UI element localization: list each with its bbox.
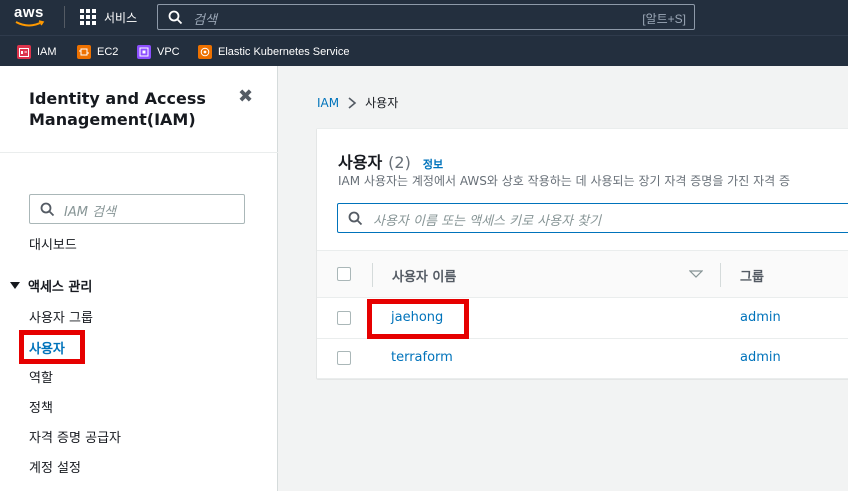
favorites-bar: IAM EC2 VPC Elastic Kubernetes Service — [0, 35, 848, 66]
column-divider — [372, 263, 373, 287]
caret-down-icon — [10, 281, 20, 289]
panel-title: 사용자 — [338, 153, 383, 172]
aws-logo[interactable]: aws — [14, 4, 50, 30]
sidebar-section-access-management[interactable]: 액세스 관리 — [10, 276, 92, 295]
table-row: terraform admin — [317, 339, 848, 379]
row-checkbox[interactable] — [337, 351, 351, 365]
search-icon — [40, 202, 55, 217]
sidebar-search-placeholder: IAM 검색 — [64, 205, 116, 220]
sidebar-section-label: 액세스 관리 — [28, 280, 93, 295]
table-row: jaehong admin — [317, 299, 848, 339]
search-icon — [168, 10, 183, 25]
username-link[interactable]: jaehong — [391, 310, 443, 325]
group-link[interactable]: admin — [740, 350, 781, 365]
grid-icon — [80, 9, 96, 25]
sidebar-item-roles[interactable]: 역할 — [29, 367, 53, 386]
sort-down-icon — [689, 270, 703, 278]
sidebar-title: Identity and Access Management(IAM) — [29, 89, 206, 129]
services-menu-button[interactable]: 서비스 — [80, 8, 137, 26]
favorite-label: IAM — [37, 46, 57, 58]
ec2-icon — [77, 45, 91, 59]
column-header-groups[interactable]: 그룹 — [740, 266, 764, 285]
favorite-vpc[interactable]: VPC — [137, 45, 180, 59]
global-search-input[interactable]: 검색 [알트+S] — [157, 4, 695, 30]
topbar-divider — [64, 6, 65, 28]
favorite-eks[interactable]: Elastic Kubernetes Service — [198, 45, 349, 59]
group-link[interactable]: admin — [740, 310, 781, 325]
aws-smile-icon — [15, 20, 45, 27]
sidebar-item-identity-providers[interactable]: 자격 증명 공급자 — [29, 427, 121, 446]
sidebar-item-account-settings[interactable]: 계정 설정 — [29, 457, 81, 476]
favorite-label: EC2 — [97, 46, 119, 58]
sidebar-item-dashboard[interactable]: 대시보드 — [29, 234, 77, 253]
sidebar: Identity and Access Management(IAM) ✖ IA… — [0, 66, 278, 491]
top-navigation-bar: aws 서비스 검색 [알트+S] — [0, 0, 848, 35]
username-link[interactable]: terraform — [391, 350, 453, 365]
sidebar-item-policies[interactable]: 정책 — [29, 397, 53, 416]
sidebar-search-input[interactable]: IAM 검색 — [29, 194, 245, 224]
close-icon[interactable]: ✖ — [238, 86, 253, 107]
breadcrumb: IAM 사용자 — [317, 94, 398, 111]
sidebar-divider — [0, 152, 278, 153]
sidebar-item-user-groups[interactable]: 사용자 그룹 — [29, 307, 93, 326]
users-search-input[interactable]: 사용자 이름 또는 액세스 키로 사용자 찾기 — [337, 203, 848, 233]
vpc-icon — [137, 45, 151, 59]
chevron-right-icon — [348, 96, 357, 109]
column-header-username[interactable]: 사용자 이름 — [392, 266, 456, 285]
select-all-checkbox[interactable] — [337, 267, 351, 281]
favorite-ec2[interactable]: EC2 — [77, 45, 118, 59]
services-label: 서비스 — [104, 10, 138, 25]
panel-description: IAM 사용자는 계정에서 AWS와 상호 작용하는 데 사용되는 장기 자격 … — [338, 174, 791, 188]
column-divider — [720, 263, 721, 287]
iam-icon — [17, 45, 31, 59]
aws-logo-text: aws — [14, 4, 44, 21]
favorite-label: VPC — [157, 46, 180, 58]
info-link[interactable]: 정보 — [423, 156, 443, 172]
panel-header: 사용자 (2) 정보 — [338, 149, 443, 173]
breadcrumb-iam-link[interactable]: IAM — [317, 96, 339, 110]
search-shortcut-hint: [알트+S] — [642, 12, 686, 26]
favorite-iam[interactable]: IAM — [17, 45, 57, 59]
row-checkbox[interactable] — [337, 311, 351, 325]
users-search-placeholder: 사용자 이름 또는 액세스 키로 사용자 찾기 — [373, 214, 602, 229]
sidebar-item-users[interactable]: 사용자 — [29, 338, 65, 357]
breadcrumb-current: 사용자 — [365, 96, 399, 110]
search-icon — [348, 211, 363, 226]
users-panel: 사용자 (2) 정보 IAM 사용자는 계정에서 AWS와 상호 작용하는 데 … — [317, 128, 848, 379]
favorite-label: Elastic Kubernetes Service — [218, 46, 350, 58]
user-count: (2) — [388, 153, 411, 172]
table-header: 사용자 이름 그룹 — [317, 250, 848, 298]
global-search-placeholder: 검색 — [193, 13, 217, 28]
eks-icon — [198, 45, 212, 59]
